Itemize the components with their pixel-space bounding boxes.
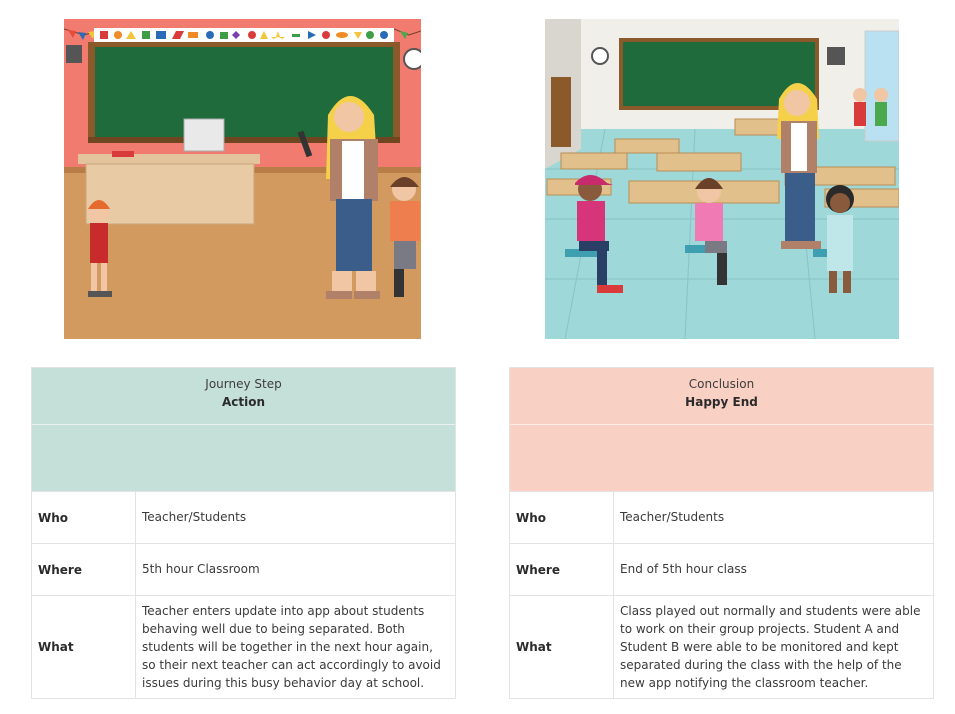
who-label: Who [32,492,136,543]
who-row: Who Teacher/Students [510,491,933,543]
card-title: Action [221,395,266,409]
who-label: Who [510,492,614,543]
door [551,77,571,147]
who-row: Who Teacher/Students [32,491,455,543]
who-value: Teacher/Students [620,510,725,525]
journey-step-label: Journey Step [205,377,282,391]
classroom-seated-illustration [545,19,899,339]
storyboard-card-action: Journey Step Action Who Teacher/Students… [31,367,456,699]
what-label: What [32,596,136,698]
what-value: Class played out normally and students w… [620,603,921,691]
where-row: Where 5th hour Classroom [32,543,455,595]
journey-step-label: Conclusion [688,377,755,391]
scene-illustration-action [64,19,421,339]
speaker-icon [66,45,82,63]
where-label: Where [32,544,136,595]
shapes-banner [94,28,394,42]
clock-icon [591,47,609,65]
clock-icon [403,48,421,70]
speaker-icon [827,47,845,65]
where-value: 5th hour Classroom [142,562,260,577]
card-header: Journey Step Action [32,368,455,424]
what-label: What [510,596,614,698]
where-value: End of 5th hour class [620,562,747,577]
card-color-band [32,424,455,491]
card-header: Conclusion Happy End [510,368,933,424]
who-value: Teacher/Students [142,510,247,525]
what-row: What Class played out normally and stude… [510,595,933,698]
card-color-band [510,424,933,491]
card-title: Happy End [685,395,758,409]
where-label: Where [510,544,614,595]
storyboard-card-conclusion: Conclusion Happy End Who Teacher/Student… [509,367,934,699]
where-row: Where End of 5th hour class [510,543,933,595]
classroom-front-illustration [64,19,421,339]
what-value: Teacher enters update into app about stu… [142,603,441,691]
scene-illustration-conclusion [545,19,899,339]
what-row: What Teacher enters update into app abou… [32,595,455,698]
